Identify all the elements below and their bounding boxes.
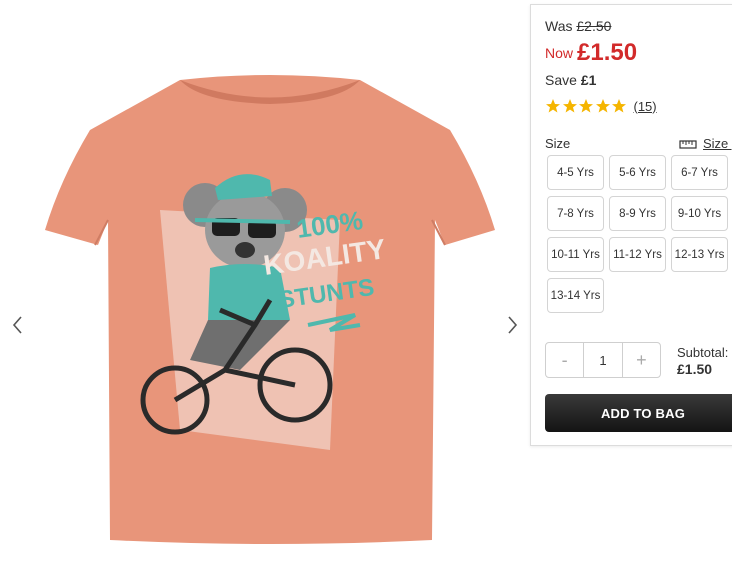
quantity-decrease-button[interactable]: - (546, 343, 583, 377)
size-option[interactable]: 8-9 Yrs (609, 196, 666, 231)
star-icon (595, 99, 610, 113)
next-image-arrow-icon[interactable] (500, 313, 524, 337)
previous-image-arrow-icon[interactable] (6, 313, 30, 337)
size-guide-link[interactable]: Size g (679, 136, 732, 151)
was-price: £2.50 (576, 18, 612, 34)
size-option[interactable]: 4-5 Yrs (547, 155, 604, 190)
star-icon (579, 99, 593, 113)
size-guide-label: Size g (703, 136, 732, 151)
star-icon (562, 99, 577, 113)
size-option[interactable]: 9-10 Yrs (671, 196, 728, 231)
product-gallery: 100% KOALITY STUNTS (0, 0, 530, 582)
product-purchase-panel: Was £2.50 Now £1.50 Save £1 (15) Size Siz… (530, 4, 732, 446)
star-icon (612, 99, 626, 113)
size-option[interactable]: 10-11 Yrs (547, 237, 604, 272)
size-option[interactable]: 12-13 Yrs (671, 237, 728, 272)
now-label: Now (545, 45, 574, 61)
save-amount: £1 (580, 72, 597, 88)
size-option[interactable]: 11-12 Yrs (609, 237, 666, 272)
quantity-increase-button[interactable]: + (623, 343, 660, 377)
size-option[interactable]: 6-7 Yrs (671, 155, 728, 190)
ruler-icon (679, 139, 697, 149)
now-price-line: Now £1.50 (545, 39, 637, 67)
reviews-count-link[interactable]: (15) (634, 99, 657, 114)
was-price-line: Was £2.50 (545, 18, 611, 34)
save-label: Save (545, 72, 577, 88)
add-to-bag-button[interactable]: ADD TO BAG (545, 394, 732, 432)
size-option[interactable]: 7-8 Yrs (547, 196, 604, 231)
product-image-tshirt: 100% KOALITY STUNTS (45, 75, 495, 544)
subtotal-value: £1.50 (677, 361, 713, 377)
was-label: Was (545, 18, 573, 34)
save-line: Save £1 (545, 72, 596, 88)
star-icon (546, 99, 560, 113)
quantity-value[interactable]: 1 (583, 343, 623, 377)
subtotal-label: Subtotal: (677, 345, 729, 360)
size-option[interactable]: 5-6 Yrs (609, 155, 666, 190)
size-label: Size (545, 136, 571, 151)
size-option[interactable]: 13-14 Yrs (547, 278, 604, 313)
rating: (15) (545, 97, 657, 115)
now-price: £1.50 (577, 39, 638, 66)
quantity-stepper: - 1 + (545, 342, 661, 378)
